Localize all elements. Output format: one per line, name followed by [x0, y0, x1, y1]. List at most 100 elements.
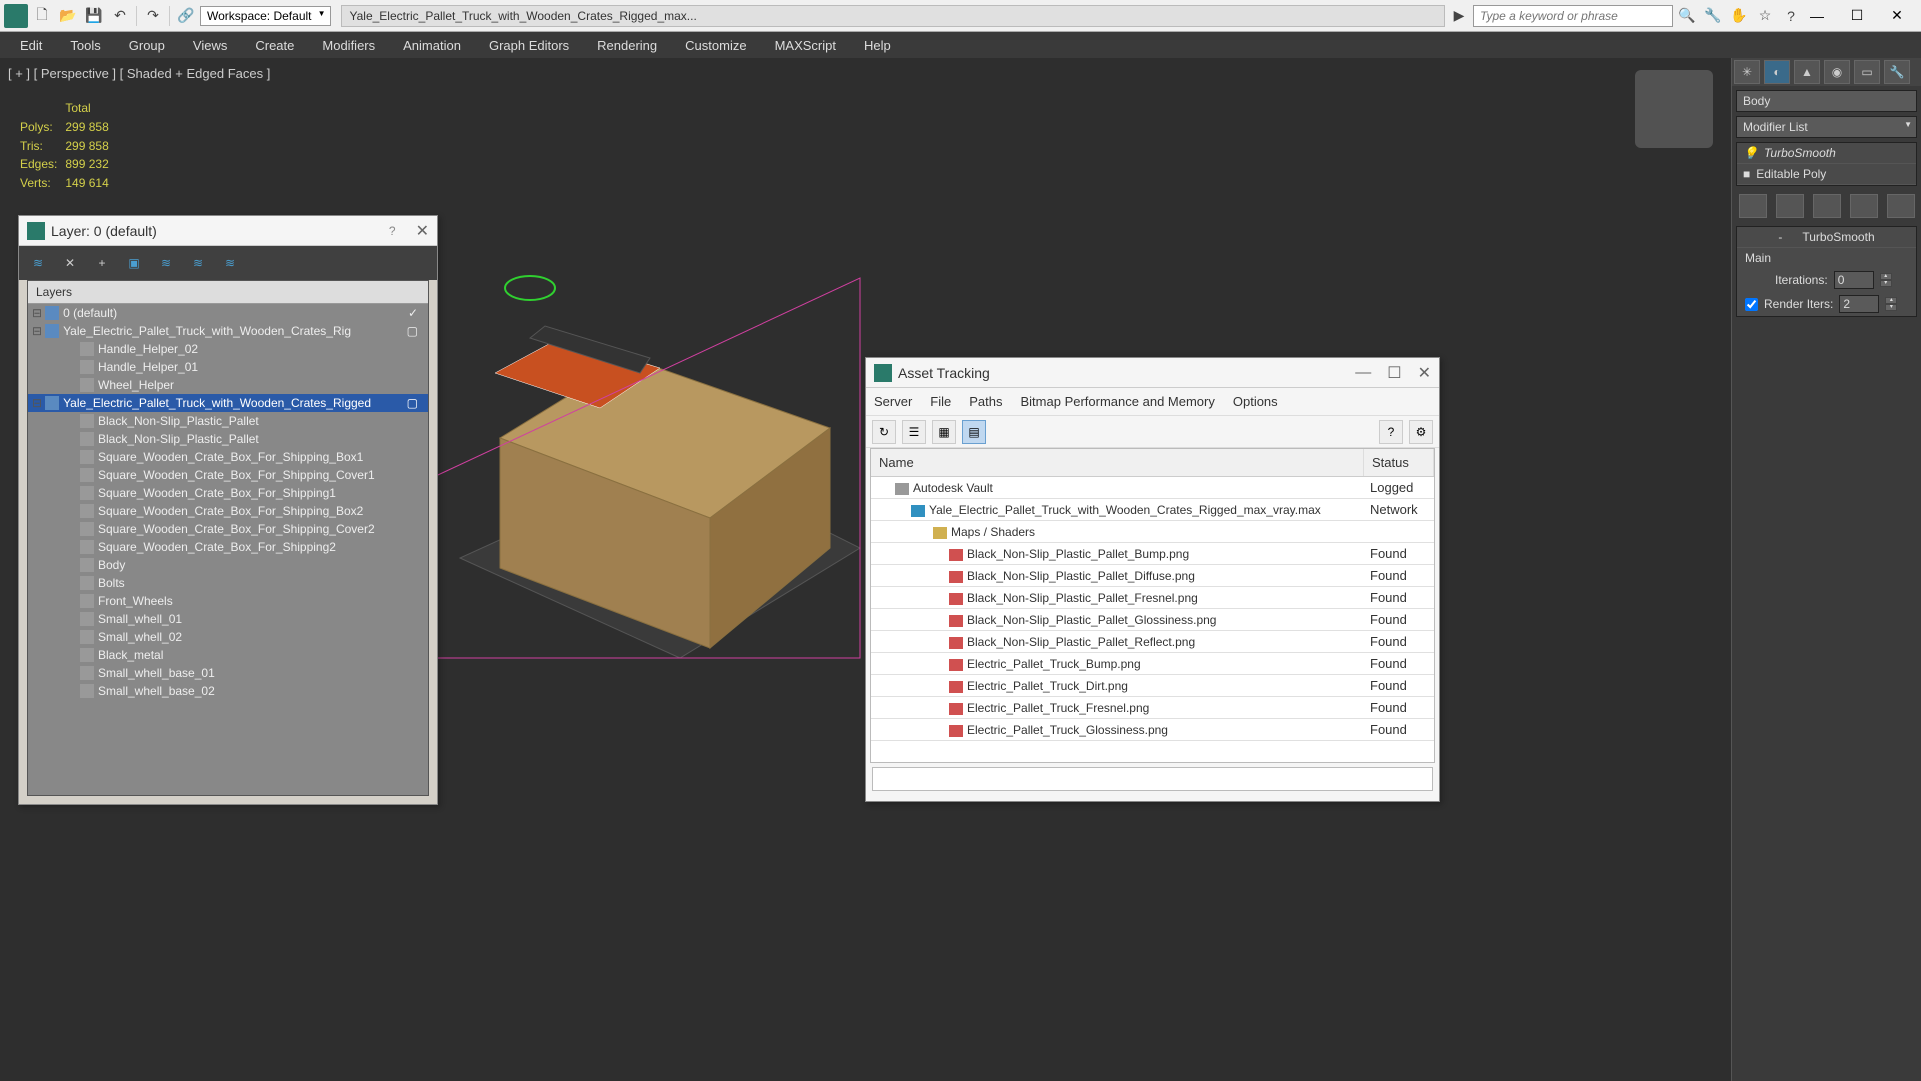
- layer-item[interactable]: ⊟Yale_Electric_Pallet_Truck_with_Wooden_…: [28, 322, 428, 340]
- iterations-spinner[interactable]: ▴▾: [1880, 273, 1892, 287]
- star-icon[interactable]: ☆: [1753, 4, 1777, 28]
- asset-list-icon[interactable]: ☰: [902, 420, 926, 444]
- menu-item-edit[interactable]: Edit: [20, 38, 42, 53]
- maximize-icon[interactable]: ☐: [1845, 4, 1869, 28]
- menu-item-modifiers[interactable]: Modifiers: [322, 38, 375, 53]
- object-item[interactable]: Square_Wooden_Crate_Box_For_Shipping2: [28, 538, 428, 556]
- asset-refresh-icon[interactable]: ↻: [872, 420, 896, 444]
- create-tab-icon[interactable]: ✳: [1734, 60, 1760, 84]
- motion-tab-icon[interactable]: ◉: [1824, 60, 1850, 84]
- modifier-list-dropdown[interactable]: Modifier List: [1736, 116, 1917, 138]
- asset-row[interactable]: Autodesk VaultLogged: [871, 477, 1434, 499]
- asset-row[interactable]: Black_Non-Slip_Plastic_Pallet_Glossiness…: [871, 609, 1434, 631]
- configure-sets-icon[interactable]: [1887, 194, 1915, 218]
- asset-col-name[interactable]: Name: [871, 449, 1364, 476]
- redo-icon[interactable]: ↷: [141, 4, 165, 28]
- object-item[interactable]: Small_whell_01: [28, 610, 428, 628]
- asset-dialog-titlebar[interactable]: Asset Tracking — ☐ ✕: [866, 358, 1439, 388]
- viewport-label[interactable]: [ + ] [ Perspective ] [ Shaded + Edged F…: [8, 66, 270, 81]
- menu-item-graph-editors[interactable]: Graph Editors: [489, 38, 569, 53]
- layer-tree-header[interactable]: Layers: [28, 281, 428, 304]
- modifier-stack[interactable]: 💡TurboSmooth■Editable Poly: [1736, 142, 1917, 186]
- menu-item-maxscript[interactable]: MAXScript: [775, 38, 836, 53]
- rollout-header[interactable]: - TurboSmooth: [1737, 227, 1916, 248]
- modifier-stack-item[interactable]: 💡TurboSmooth: [1737, 143, 1916, 164]
- search-input[interactable]: [1473, 5, 1673, 27]
- asset-tree-icon[interactable]: ▦: [932, 420, 956, 444]
- render-iters-input[interactable]: [1839, 295, 1879, 313]
- help-icon[interactable]: ?: [1779, 4, 1803, 28]
- asset-menu-server[interactable]: Server: [874, 394, 912, 409]
- iterations-input[interactable]: [1834, 271, 1874, 289]
- modify-tab-icon[interactable]: ◐: [1764, 60, 1790, 84]
- layer-highlight-icon[interactable]: ≋: [155, 252, 177, 274]
- object-item[interactable]: Handle_Helper_01: [28, 358, 428, 376]
- object-item[interactable]: Bolts: [28, 574, 428, 592]
- show-end-result-icon[interactable]: [1776, 194, 1804, 218]
- close-icon[interactable]: ✕: [1885, 4, 1909, 28]
- make-unique-icon[interactable]: [1813, 194, 1841, 218]
- object-item[interactable]: Square_Wooden_Crate_Box_For_Shipping_Box…: [28, 502, 428, 520]
- object-item[interactable]: Square_Wooden_Crate_Box_For_Shipping_Cov…: [28, 520, 428, 538]
- object-item[interactable]: Small_whell_base_02: [28, 682, 428, 700]
- asset-menu-file[interactable]: File: [930, 394, 951, 409]
- asset-table-icon[interactable]: ▤: [962, 420, 986, 444]
- menu-item-views[interactable]: Views: [193, 38, 227, 53]
- title-play-icon[interactable]: ▶: [1447, 4, 1471, 28]
- viewcube-icon[interactable]: [1635, 70, 1713, 148]
- object-item[interactable]: Small_whell_02: [28, 628, 428, 646]
- undo-icon[interactable]: ↶: [108, 4, 132, 28]
- layer-dialog-titlebar[interactable]: Layer: 0 (default) ? ✕: [19, 216, 437, 246]
- asset-row[interactable]: Yale_Electric_Pallet_Truck_with_Wooden_C…: [871, 499, 1434, 521]
- layer-dialog-help-icon[interactable]: ?: [389, 224, 396, 238]
- asset-dialog-close-icon[interactable]: ✕: [1418, 363, 1431, 383]
- layer-select-icon[interactable]: ▣: [123, 252, 145, 274]
- asset-menu-bitmap-performance-and-memory[interactable]: Bitmap Performance and Memory: [1021, 394, 1215, 409]
- menu-item-tools[interactable]: Tools: [70, 38, 100, 53]
- asset-row[interactable]: Electric_Pallet_Truck_Fresnel.pngFound: [871, 697, 1434, 719]
- wrench-icon[interactable]: 🔧: [1701, 4, 1725, 28]
- object-item[interactable]: Black_Non-Slip_Plastic_Pallet: [28, 430, 428, 448]
- utilities-tab-icon[interactable]: 🔧: [1884, 60, 1910, 84]
- asset-row[interactable]: Black_Non-Slip_Plastic_Pallet_Bump.pngFo…: [871, 543, 1434, 565]
- asset-menu-paths[interactable]: Paths: [969, 394, 1002, 409]
- asset-row[interactable]: Electric_Pallet_Truck_Dirt.pngFound: [871, 675, 1434, 697]
- layer-item[interactable]: ⊟0 (default)✓: [28, 304, 428, 322]
- box-icon[interactable]: ▢: [407, 324, 418, 338]
- object-item[interactable]: Small_whell_base_01: [28, 664, 428, 682]
- asset-row[interactable]: Black_Non-Slip_Plastic_Pallet_Fresnel.pn…: [871, 587, 1434, 609]
- minimize-icon[interactable]: —: [1805, 4, 1829, 28]
- layer-freeze-icon[interactable]: ≋: [219, 252, 241, 274]
- remove-modifier-icon[interactable]: [1850, 194, 1878, 218]
- link-icon[interactable]: 🔗: [174, 4, 198, 28]
- object-name-field[interactable]: Body: [1736, 90, 1917, 112]
- binoculars-icon[interactable]: 🔍: [1675, 4, 1699, 28]
- menu-item-customize[interactable]: Customize: [685, 38, 746, 53]
- pin-stack-icon[interactable]: [1739, 194, 1767, 218]
- asset-settings-icon[interactable]: ⚙: [1409, 420, 1433, 444]
- object-item[interactable]: Body: [28, 556, 428, 574]
- asset-row[interactable]: Electric_Pallet_Truck_Glossiness.pngFoun…: [871, 719, 1434, 741]
- box-icon[interactable]: ▢: [407, 396, 418, 410]
- object-item[interactable]: Square_Wooden_Crate_Box_For_Shipping1: [28, 484, 428, 502]
- layer-hide-icon[interactable]: ≋: [187, 252, 209, 274]
- menu-item-help[interactable]: Help: [864, 38, 891, 53]
- modifier-stack-item[interactable]: ■Editable Poly: [1737, 164, 1916, 185]
- asset-row[interactable]: Black_Non-Slip_Plastic_Pallet_Diffuse.pn…: [871, 565, 1434, 587]
- object-item[interactable]: Handle_Helper_02: [28, 340, 428, 358]
- menu-item-group[interactable]: Group: [129, 38, 165, 53]
- object-item[interactable]: Wheel_Helper: [28, 376, 428, 394]
- object-item[interactable]: Front_Wheels: [28, 592, 428, 610]
- layer-item[interactable]: ⊟Yale_Electric_Pallet_Truck_with_Wooden_…: [28, 394, 428, 412]
- save-icon[interactable]: 💾: [82, 4, 106, 28]
- menu-item-create[interactable]: Create: [255, 38, 294, 53]
- asset-row[interactable]: Electric_Pallet_Truck_Bump.pngFound: [871, 653, 1434, 675]
- object-item[interactable]: Black_metal: [28, 646, 428, 664]
- menu-item-animation[interactable]: Animation: [403, 38, 461, 53]
- asset-menu-options[interactable]: Options: [1233, 394, 1278, 409]
- new-icon[interactable]: 🗋: [30, 4, 54, 28]
- asset-dialog-maximize-icon[interactable]: ☐: [1387, 363, 1401, 383]
- menu-item-rendering[interactable]: Rendering: [597, 38, 657, 53]
- asset-row[interactable]: Black_Non-Slip_Plastic_Pallet_Reflect.pn…: [871, 631, 1434, 653]
- hierarchy-tab-icon[interactable]: ▲: [1794, 60, 1820, 84]
